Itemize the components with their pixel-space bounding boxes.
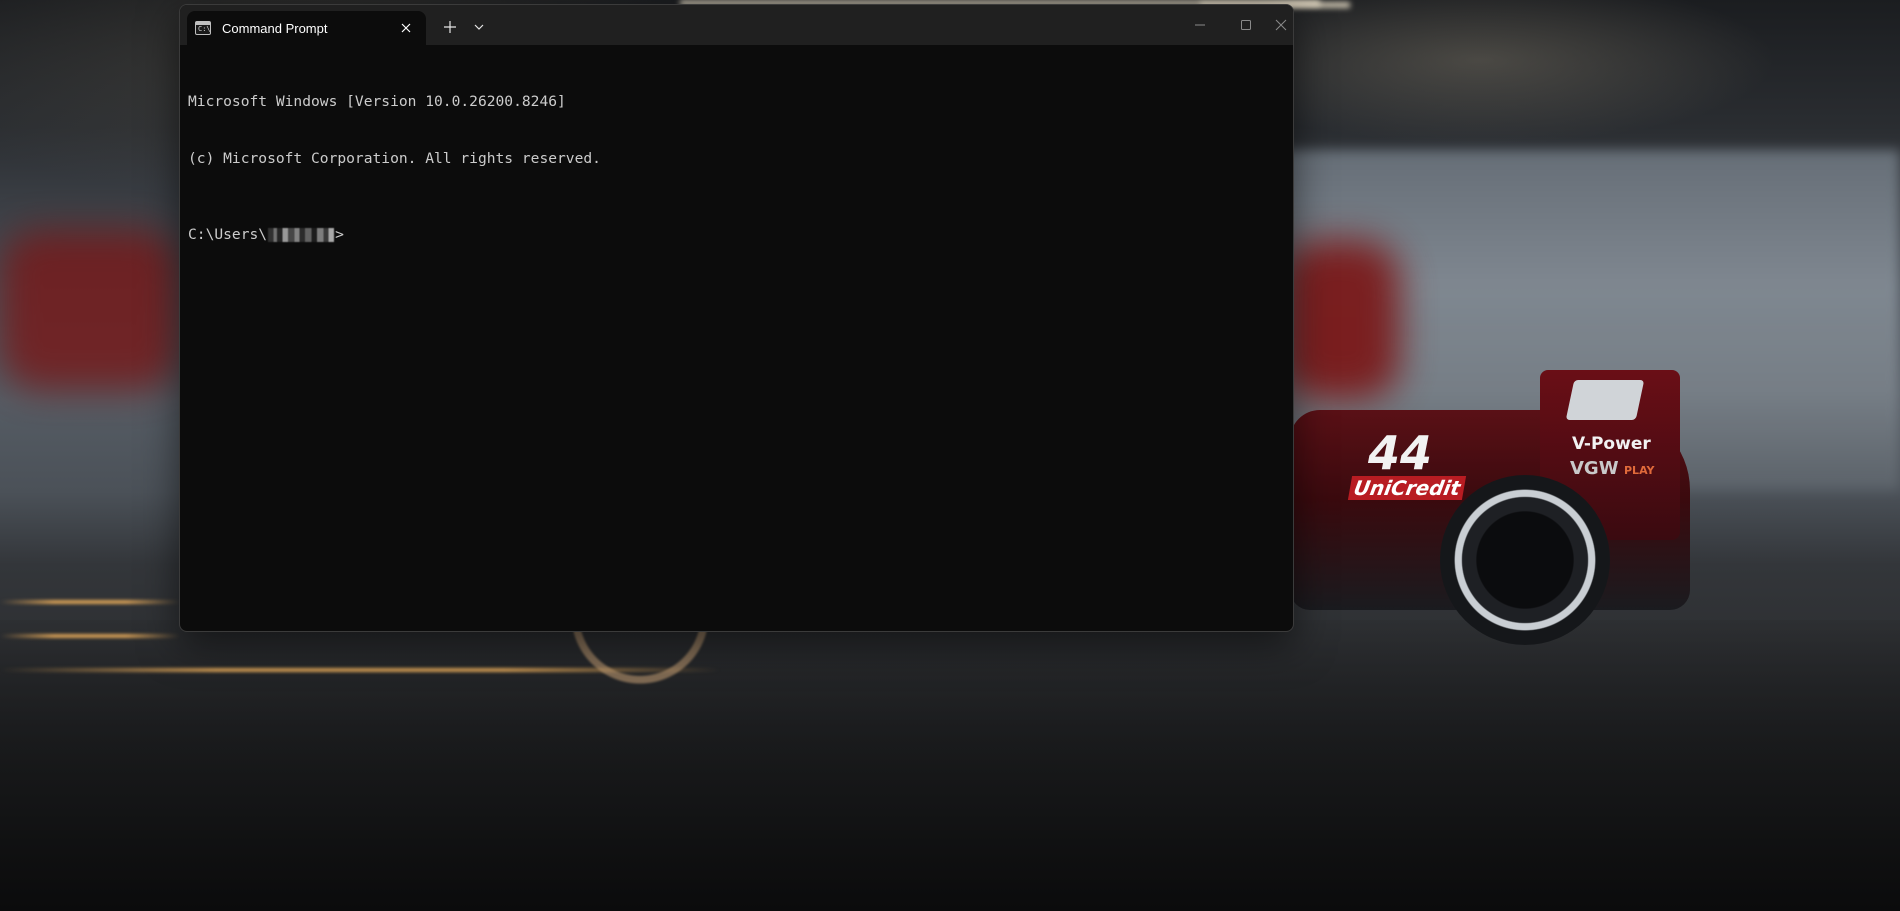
terminal-line: Microsoft Windows [Version 10.0.26200.82… xyxy=(188,93,566,110)
motion-blur-red xyxy=(0,230,180,390)
car-airbox xyxy=(1565,380,1645,420)
terminal-line: (c) Microsoft Corporation. All rights re… xyxy=(188,150,601,167)
sponsor-vgw-play: PLAY xyxy=(1624,464,1655,477)
prompt-path-prefix: C:\Users\ xyxy=(188,226,268,243)
minimize-icon xyxy=(1195,24,1205,26)
tab-close-button[interactable] xyxy=(392,14,420,42)
sponsor-vgw: VGW xyxy=(1570,458,1619,479)
terminal-output[interactable]: Microsoft Windows [Version 10.0.26200.82… xyxy=(188,54,1278,614)
new-tab-button[interactable] xyxy=(435,14,465,40)
command-prompt-window[interactable]: C:\ Command Prompt Microsoft Windows [Ve… xyxy=(179,4,1294,632)
title-bar[interactable]: C:\ Command Prompt xyxy=(180,5,1293,45)
close-icon xyxy=(401,23,411,33)
tab-command-prompt[interactable]: C:\ Command Prompt xyxy=(187,11,426,45)
car-rear-wheel xyxy=(1440,475,1610,645)
tab-icon-glyph: C:\ xyxy=(198,25,211,33)
sponsor-unicredit: UniCredit xyxy=(1347,476,1467,500)
maximize-icon xyxy=(1241,20,1251,30)
plus-icon xyxy=(444,21,456,33)
chevron-down-icon xyxy=(474,24,484,30)
maximize-button[interactable] xyxy=(1223,5,1269,45)
prompt-suffix: > xyxy=(335,226,344,243)
tab-title: Command Prompt xyxy=(222,20,328,36)
command-prompt-icon: C:\ xyxy=(195,21,211,35)
light-streak xyxy=(0,634,180,638)
light-streak xyxy=(0,600,180,604)
tab-dropdown-button[interactable] xyxy=(467,14,491,40)
close-icon xyxy=(1275,19,1287,31)
race-car: 44 UniCredit V-Power VGW PLAY xyxy=(1290,250,1710,650)
close-window-button[interactable] xyxy=(1269,5,1293,45)
car-number: 44 xyxy=(1368,426,1433,480)
minimize-button[interactable] xyxy=(1177,5,1223,45)
redacted-username xyxy=(268,227,335,242)
command-prompt-line[interactable]: C:\Users\ > xyxy=(188,225,1278,244)
sponsor-vpower: V-Power xyxy=(1572,434,1651,454)
road xyxy=(0,620,1900,911)
